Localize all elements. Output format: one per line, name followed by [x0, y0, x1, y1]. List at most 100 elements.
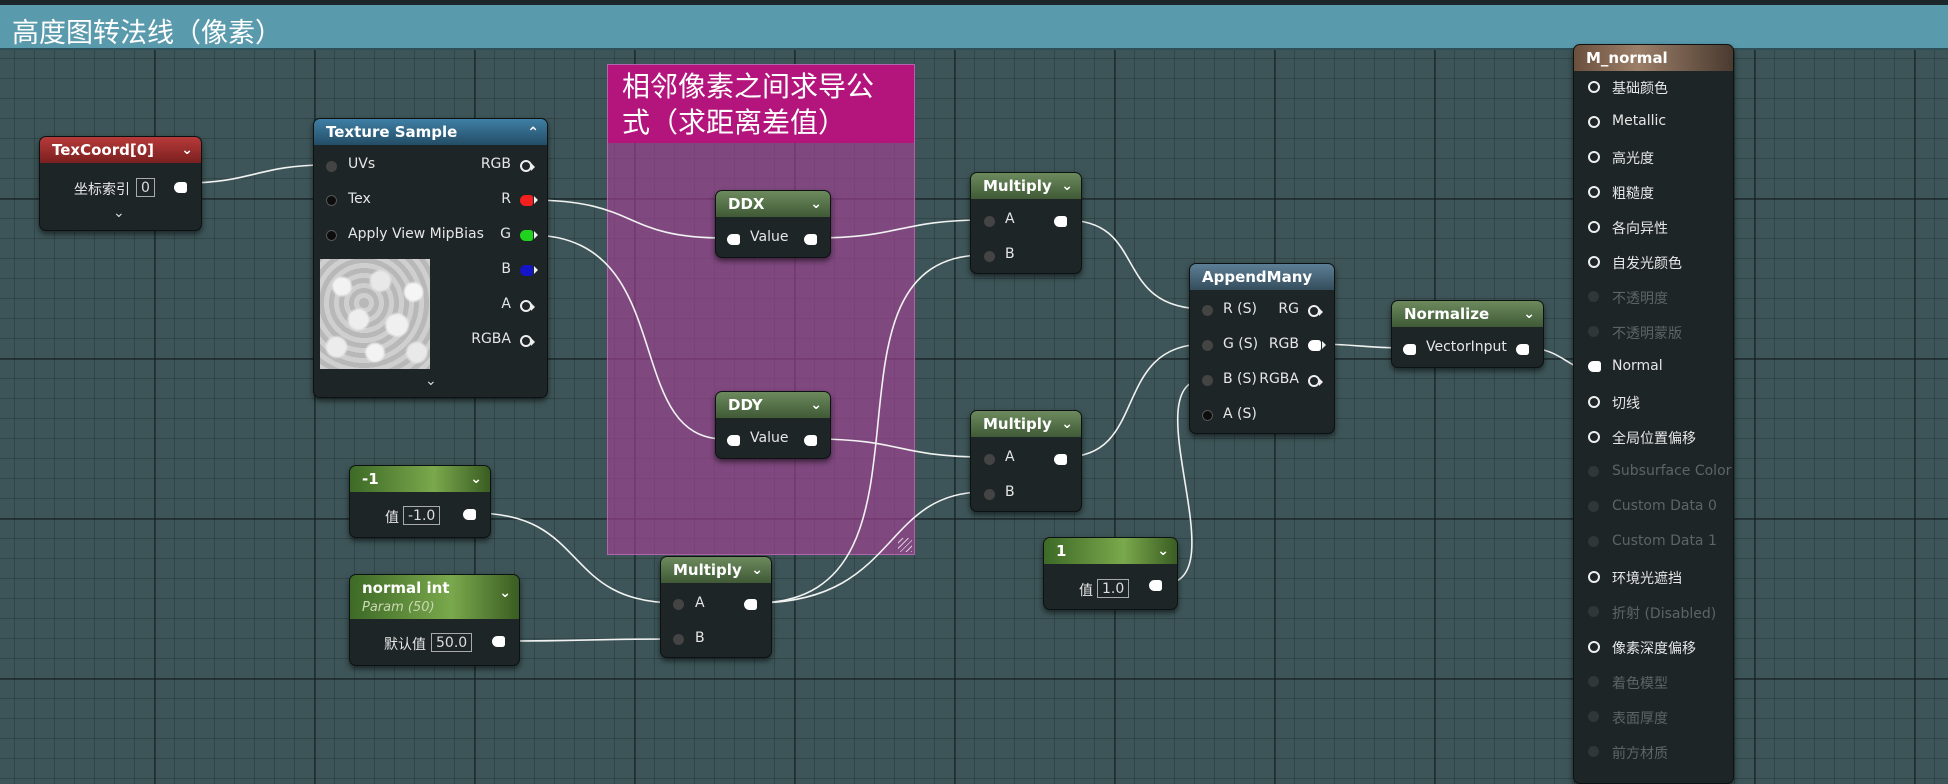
mipbias-input-pin[interactable] — [326, 230, 337, 241]
texture-sample-header[interactable]: Texture Sample ⌃ — [314, 119, 547, 145]
a-output-pin[interactable] — [520, 300, 535, 312]
material-input-row[interactable]: 环境光遮挡 — [1574, 563, 1734, 591]
multiply-top-output-pin[interactable] — [1054, 216, 1067, 227]
constant-one-node[interactable]: 1 ⌄ 值 1.0 — [1043, 537, 1178, 610]
multiply-mid-b-pin[interactable] — [984, 489, 995, 500]
constant-one-value[interactable]: 1.0 — [1097, 579, 1130, 598]
normal-int-header[interactable]: normal int Param (50) ⌄ — [350, 575, 519, 619]
rgb-output-pin[interactable] — [520, 160, 535, 172]
material-input-pin[interactable] — [1588, 431, 1600, 443]
material-input-pin[interactable] — [1588, 256, 1600, 268]
tex-input-pin[interactable] — [326, 195, 337, 206]
texcoord-header[interactable]: TexCoord[0] ⌄ — [40, 137, 201, 163]
multiply-bottom-node[interactable]: Multiply ⌄ A B — [660, 556, 772, 658]
multiply-mid-header[interactable]: Multiply ⌄ — [971, 411, 1081, 437]
texcoord-node[interactable]: TexCoord[0] ⌄ 坐标索引 0 ⌄ — [39, 136, 202, 231]
material-output-node[interactable]: M_normal 基础颜色 Metallic 高光度 粗糙度 各向异性 自发光颜色 不透明度… — [1573, 44, 1734, 784]
append-r-input-pin[interactable] — [1202, 305, 1213, 316]
multiply-bottom-b-pin[interactable] — [673, 634, 684, 645]
material-input-row[interactable]: Metallic — [1574, 108, 1734, 136]
normal-int-output-pin[interactable] — [492, 636, 505, 647]
material-input-pin[interactable] — [1588, 396, 1600, 408]
comment-resize-grip[interactable] — [898, 538, 912, 552]
texcoord-index-value[interactable]: 0 — [136, 178, 155, 197]
ddy-input-pin[interactable] — [727, 435, 740, 446]
constant-neg-one-value[interactable]: -1.0 — [403, 506, 441, 525]
constant-one-output-pin[interactable] — [1149, 580, 1162, 591]
material-input-pin[interactable] — [1588, 361, 1601, 372]
append-a-input-pin[interactable] — [1202, 410, 1213, 421]
chevron-down-icon[interactable]: ⌄ — [1523, 301, 1535, 327]
material-input-pin[interactable] — [1588, 186, 1600, 198]
normal-int-default-value[interactable]: 50.0 — [431, 633, 473, 652]
expand-chevron-icon[interactable]: ⌄ — [425, 373, 437, 389]
multiply-top-a-pin[interactable] — [984, 216, 995, 227]
material-input-row[interactable]: Normal — [1574, 353, 1734, 381]
ddx-input-pin[interactable] — [727, 234, 740, 245]
material-input-row[interactable]: 全局位置偏移 — [1574, 423, 1734, 451]
multiply-top-header[interactable]: Multiply ⌄ — [971, 173, 1081, 199]
material-input-pin[interactable] — [1588, 81, 1600, 93]
b-output-pin[interactable] — [520, 265, 538, 276]
multiply-bottom-output-pin[interactable] — [744, 599, 757, 610]
material-input-row[interactable]: 自发光颜色 — [1574, 248, 1734, 276]
chevron-down-icon[interactable]: ⌄ — [470, 466, 482, 492]
material-input-row[interactable]: 高光度 — [1574, 143, 1734, 171]
material-input-pin[interactable] — [1588, 151, 1600, 163]
expand-chevron-icon[interactable]: ⌄ — [113, 205, 125, 221]
chevron-down-icon[interactable]: ⌄ — [1061, 173, 1073, 199]
constant-neg-one-output-pin[interactable] — [463, 509, 476, 520]
ddy-node[interactable]: DDY ⌄ Value — [715, 391, 831, 459]
normalize-node[interactable]: Normalize ⌄ VectorInput — [1391, 300, 1544, 368]
chevron-down-icon[interactable]: ⌄ — [810, 191, 822, 217]
ddy-header[interactable]: DDY ⌄ — [716, 392, 830, 418]
chevron-up-icon[interactable]: ⌃ — [527, 120, 539, 146]
chevron-down-icon[interactable]: ⌄ — [1061, 411, 1073, 437]
material-input-pin[interactable] — [1588, 641, 1600, 653]
chevron-down-icon[interactable]: ⌄ — [810, 392, 822, 418]
r-output-pin[interactable] — [520, 195, 538, 206]
append-rgb-output-pin[interactable] — [1308, 340, 1326, 351]
multiply-bottom-a-pin[interactable] — [673, 599, 684, 610]
material-input-row[interactable]: 切线 — [1574, 388, 1734, 416]
multiply-top-node[interactable]: Multiply ⌄ A B — [970, 172, 1082, 274]
append-rgba-output-pin[interactable] — [1308, 375, 1323, 387]
multiply-mid-output-pin[interactable] — [1054, 454, 1067, 465]
material-output-header[interactable]: M_normal — [1574, 45, 1733, 71]
constant-one-header[interactable]: 1 ⌄ — [1044, 538, 1177, 564]
g-output-pin[interactable] — [520, 230, 538, 241]
multiply-mid-node[interactable]: Multiply ⌄ A B — [970, 410, 1082, 512]
chevron-down-icon[interactable]: ⌄ — [1157, 538, 1169, 564]
multiply-bottom-header[interactable]: Multiply ⌄ — [661, 557, 771, 583]
normalize-header[interactable]: Normalize ⌄ — [1392, 301, 1543, 327]
ddx-header[interactable]: DDX ⌄ — [716, 191, 830, 217]
ddy-output-pin[interactable] — [804, 435, 817, 446]
normal-int-param-node[interactable]: normal int Param (50) ⌄ 默认值 50.0 — [349, 574, 520, 666]
uvs-input-pin[interactable] — [326, 161, 337, 172]
texcoord-output-pin[interactable] — [174, 182, 187, 193]
ddx-output-pin[interactable] — [804, 234, 817, 245]
append-g-input-pin[interactable] — [1202, 340, 1213, 351]
ddx-node[interactable]: DDX ⌄ Value — [715, 190, 831, 258]
multiply-top-b-pin[interactable] — [984, 251, 995, 262]
material-input-pin[interactable] — [1588, 116, 1600, 128]
append-many-header[interactable]: AppendMany — [1190, 264, 1334, 290]
material-input-pin[interactable] — [1588, 571, 1600, 583]
constant-neg-one-header[interactable]: -1 ⌄ — [350, 466, 490, 492]
chevron-down-icon[interactable]: ⌄ — [499, 583, 511, 603]
chevron-down-icon[interactable]: ⌄ — [181, 137, 193, 163]
texture-sample-node[interactable]: Texture Sample ⌃ UVs Tex Apply View MipB… — [313, 118, 548, 398]
comment-text[interactable]: 相邻像素之间求导公式（求距离差值） — [608, 65, 914, 143]
comment-box[interactable]: 相邻像素之间求导公式（求距离差值） — [607, 64, 915, 555]
append-many-node[interactable]: AppendMany R (S) G (S) B (S) A (S) RG RG… — [1189, 263, 1335, 434]
material-input-row[interactable]: 粗糙度 — [1574, 178, 1734, 206]
chevron-down-icon[interactable]: ⌄ — [751, 557, 763, 583]
append-rg-output-pin[interactable] — [1308, 305, 1323, 317]
material-input-row[interactable]: 基础颜色 — [1574, 73, 1734, 101]
append-b-input-pin[interactable] — [1202, 375, 1213, 386]
multiply-mid-a-pin[interactable] — [984, 454, 995, 465]
normalize-output-pin[interactable] — [1516, 344, 1529, 355]
material-input-pin[interactable] — [1588, 221, 1600, 233]
material-input-row[interactable]: 各向异性 — [1574, 213, 1734, 241]
constant-neg-one-node[interactable]: -1 ⌄ 值 -1.0 — [349, 465, 491, 538]
